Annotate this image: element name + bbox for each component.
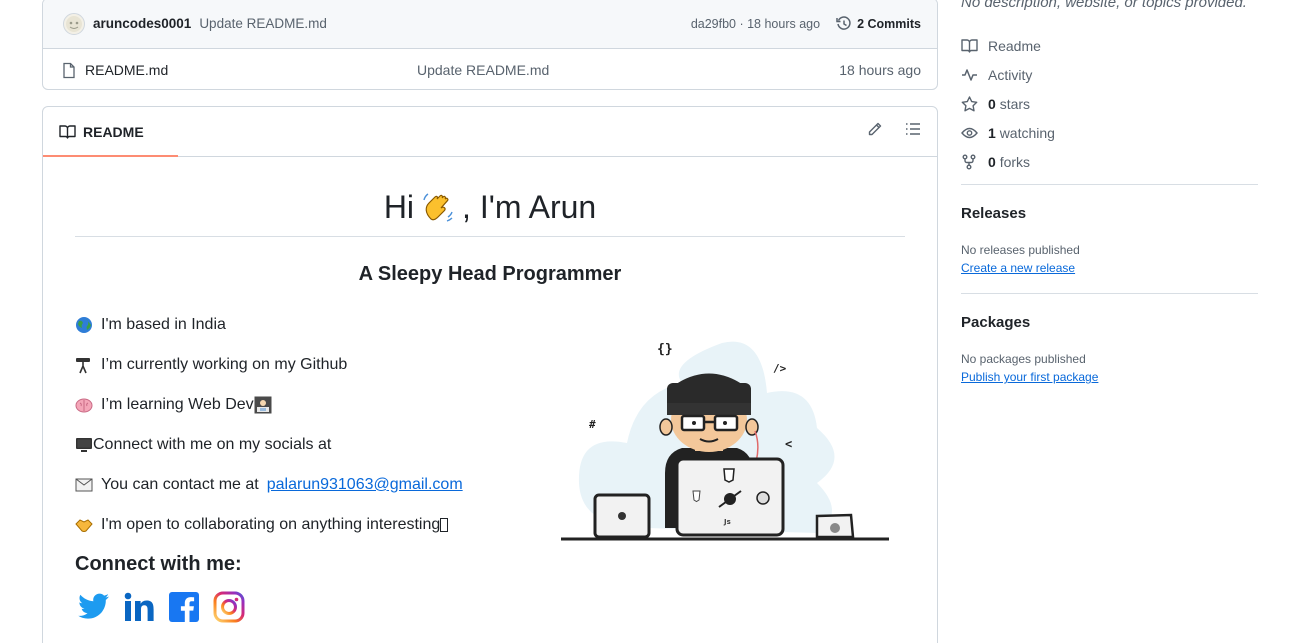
file-commit-message[interactable]: Update README.md (417, 62, 839, 78)
svg-text:<: < (785, 437, 792, 451)
commit-message-link[interactable]: Update README.md (199, 16, 327, 31)
about-links: Readme Activity 0 stars 1 watching 0 for… (961, 31, 1055, 176)
eye-icon (961, 127, 978, 138)
svg-text:/>: /> (773, 362, 787, 375)
commits-history-link[interactable]: 2 Commits (836, 15, 921, 32)
svg-text:{}: {} (657, 342, 673, 357)
divider (961, 293, 1258, 294)
repo-description: No description, website, or topics provi… (961, 0, 1247, 11)
publish-package-link[interactable]: Publish your first package (961, 370, 1098, 384)
technologist-icon (254, 396, 272, 414)
brain-icon (75, 396, 93, 414)
file-browser: aruncodes0001 Update README.md da29fb0 ·… (42, 0, 938, 90)
telescope-icon (75, 356, 93, 374)
create-release-link[interactable]: Create a new release (961, 261, 1075, 275)
linkedin-icon[interactable] (123, 591, 155, 623)
commit-hash-time[interactable]: da29fb0 · 18 hours ago (691, 17, 820, 31)
connect-heading: Connect with me: (75, 553, 242, 575)
star-icon (961, 95, 978, 111)
file-icon (63, 62, 75, 78)
file-name-link[interactable]: README.md (85, 62, 168, 78)
packages-heading[interactable]: Packages (961, 314, 1030, 331)
svg-text:Js: Js (723, 518, 731, 526)
releases-heading[interactable]: Releases (961, 205, 1026, 222)
tab-readme[interactable]: README (43, 107, 178, 157)
email-link[interactable]: palarun931063@gmail.com (267, 476, 463, 494)
forks-link[interactable]: 0 forks (961, 147, 1055, 176)
waving-hand-icon (420, 190, 456, 226)
book-icon (961, 39, 978, 53)
list-item: I’m learning Web Dev (75, 385, 463, 425)
globe-icon (75, 316, 93, 334)
book-icon (59, 125, 76, 139)
readme-panel: README Hi , I'm Arun A Sleepy Head Progr… (42, 106, 938, 643)
readme-link[interactable]: Readme (961, 31, 1055, 60)
file-row[interactable]: README.md Update README.md 18 hours ago (43, 49, 937, 89)
programmer-illustration: {} /> # < Js (517, 323, 897, 548)
list-item: I'm open to collaborating on anything in… (75, 505, 463, 545)
readme-subheading: A Sleepy Head Programmer (358, 263, 622, 285)
packages-empty-text: No packages published (961, 352, 1086, 366)
avatar[interactable] (63, 12, 85, 35)
social-links (78, 591, 245, 623)
readme-header: README (43, 107, 937, 157)
commits-count-label: 2 Commits (857, 16, 921, 31)
releases-empty-text: No releases published (961, 243, 1080, 257)
list-item: I’m currently working on my Github (75, 345, 463, 385)
svg-text:#: # (589, 418, 596, 431)
missing-glyph-icon (440, 518, 449, 532)
list-item: Connect with me on my socials at (75, 425, 463, 465)
list-item: I'm based in India (75, 305, 463, 345)
instagram-icon[interactable] (213, 591, 245, 623)
facts-list: I'm based in India I’m currently working… (75, 305, 463, 545)
latest-commit-bar: aruncodes0001 Update README.md da29fb0 ·… (43, 0, 937, 49)
watchers-link[interactable]: 1 watching (961, 118, 1055, 147)
activity-link[interactable]: Activity (961, 60, 1055, 89)
handshake-icon (75, 516, 93, 534)
twitter-icon[interactable] (78, 591, 110, 623)
facebook-icon[interactable] (168, 591, 200, 623)
computer-icon (75, 436, 93, 454)
outline-list-icon[interactable] (905, 122, 921, 141)
fork-icon (962, 154, 976, 169)
commit-author-link[interactable]: aruncodes0001 (93, 16, 191, 31)
stars-link[interactable]: 0 stars (961, 89, 1055, 118)
divider (961, 184, 1258, 185)
list-item: You can contact me at palarun931063@gmai… (75, 465, 463, 505)
file-commit-time: 18 hours ago (839, 62, 921, 78)
envelope-icon (75, 476, 93, 494)
history-icon (836, 15, 851, 30)
pulse-icon (962, 69, 977, 81)
readme-heading: Hi , I'm Arun (75, 189, 905, 237)
tab-readme-label: README (83, 123, 144, 140)
edit-pencil-icon[interactable] (867, 121, 883, 142)
